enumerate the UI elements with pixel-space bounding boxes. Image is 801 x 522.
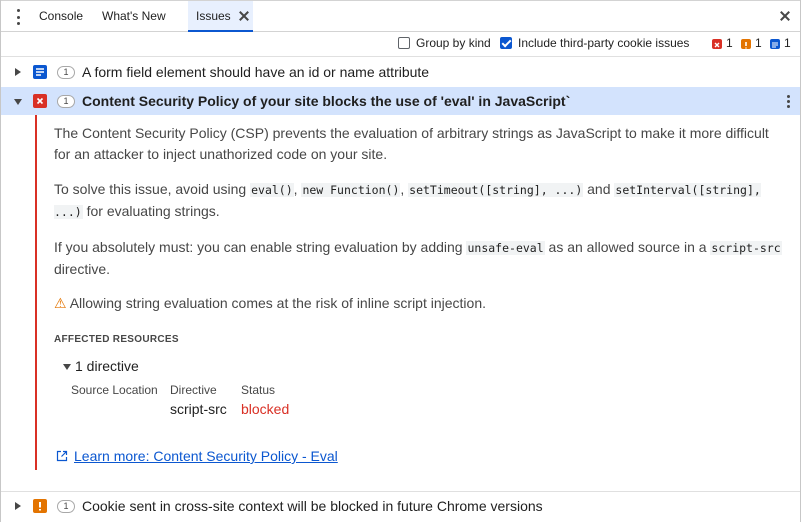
code-script-src: script-src (710, 241, 782, 255)
issue-details: The Content Security Policy (CSP) preven… (35, 115, 800, 470)
directive-toggle-label: 1 directive (75, 358, 139, 374)
collapse-arrow-icon[interactable] (14, 99, 22, 105)
risk-warning-text: Allowing string evaluation comes at the … (69, 295, 486, 311)
issue-title: Content Security Policy of your site blo… (82, 93, 571, 109)
workaround-text-middle: as an allowed source in a (544, 239, 711, 255)
issue-menu-icon[interactable] (786, 95, 790, 108)
issue-row-form-field[interactable]: 1 A form field element should have an id… (1, 58, 800, 86)
info-count-icon (770, 39, 780, 49)
warning-issue-icon (33, 499, 47, 513)
tab-console[interactable]: Console (39, 1, 83, 32)
tab-whats-new[interactable]: What's New (102, 1, 166, 32)
workaround-text-prefix: If you absolutely must: you can enable s… (54, 239, 467, 255)
external-link-icon (56, 449, 68, 462)
issue-title: A form field element should have an id o… (82, 64, 430, 80)
directive-toggle[interactable]: 1 directive (63, 358, 139, 374)
expand-arrow-icon[interactable] (15, 502, 21, 510)
column-status: Status (241, 383, 276, 397)
csp-description: The Content Security Policy (CSP) preven… (54, 125, 769, 162)
chevron-down-icon (63, 364, 71, 371)
warning-count[interactable]: 1 (755, 36, 762, 50)
tab-issues[interactable]: Issues (188, 1, 253, 32)
error-count[interactable]: 1 (726, 36, 733, 50)
expand-arrow-icon[interactable] (15, 68, 21, 76)
close-tab-icon[interactable] (239, 11, 249, 21)
code-new-function: new Function() (301, 183, 401, 197)
cell-directive: script-src (170, 401, 227, 417)
code-unsafe-eval: unsafe-eval (466, 241, 545, 255)
csp-workaround: If you absolutely must: you can enable s… (54, 237, 784, 280)
solution-separator: , (400, 181, 409, 197)
drawer-tab-bar: Console What's New Issues (1, 0, 800, 32)
tab-issues-label: Issues (196, 9, 231, 23)
cell-status: blocked (241, 401, 290, 417)
learn-more-link[interactable]: Learn more: Content Security Policy - Ev… (56, 448, 338, 464)
issue-title: Cookie sent in cross-site context will b… (82, 498, 543, 514)
code-eval: eval() (250, 183, 294, 197)
workaround-text-suffix: directive. (54, 261, 111, 277)
csp-solution: To solve this issue, avoid using eval(),… (54, 179, 784, 223)
error-count-icon (712, 39, 722, 49)
column-directive: Directive (170, 383, 217, 397)
solution-text-prefix: To solve this issue, avoid using (54, 181, 251, 197)
warning-icon: ⚠ (54, 295, 67, 311)
issue-row-csp-eval[interactable]: 1 Content Security Policy of your site b… (1, 87, 800, 115)
issue-count-badge: 1 (57, 95, 75, 108)
info-issue-icon (33, 65, 47, 79)
include-third-party-label: Include third-party cookie issues (518, 36, 690, 50)
group-by-kind-checkbox[interactable] (398, 37, 410, 49)
issue-count-badge: 1 (57, 66, 75, 79)
group-by-kind-label: Group by kind (416, 36, 491, 50)
error-issue-icon (33, 94, 47, 108)
column-source-location: Source Location (71, 383, 158, 397)
learn-more-text: Learn more: Content Security Policy - Ev… (74, 448, 338, 464)
issue-row-cookie[interactable]: 1 Cookie sent in cross-site context will… (1, 492, 800, 520)
risk-warning: ⚠ Allowing string evaluation comes at th… (54, 293, 784, 314)
drawer-menu-icon[interactable] (13, 9, 23, 25)
devtools-drawer: Console What's New Issues Group by kind … (0, 0, 801, 522)
code-settimeout: setTimeout([string], ...) (408, 183, 584, 197)
close-drawer-icon[interactable] (780, 11, 790, 21)
affected-resources-heading: AFFECTED RESOURCES (54, 334, 179, 345)
solution-text-suffix: for evaluating strings. (82, 203, 220, 219)
info-count[interactable]: 1 (784, 36, 791, 50)
warning-count-icon (741, 39, 751, 49)
include-third-party-checkbox[interactable] (500, 37, 512, 49)
issues-toolbar: Group by kind Include third-party cookie… (1, 32, 800, 57)
solution-and: and (583, 181, 615, 197)
issue-count-badge: 1 (57, 500, 75, 513)
